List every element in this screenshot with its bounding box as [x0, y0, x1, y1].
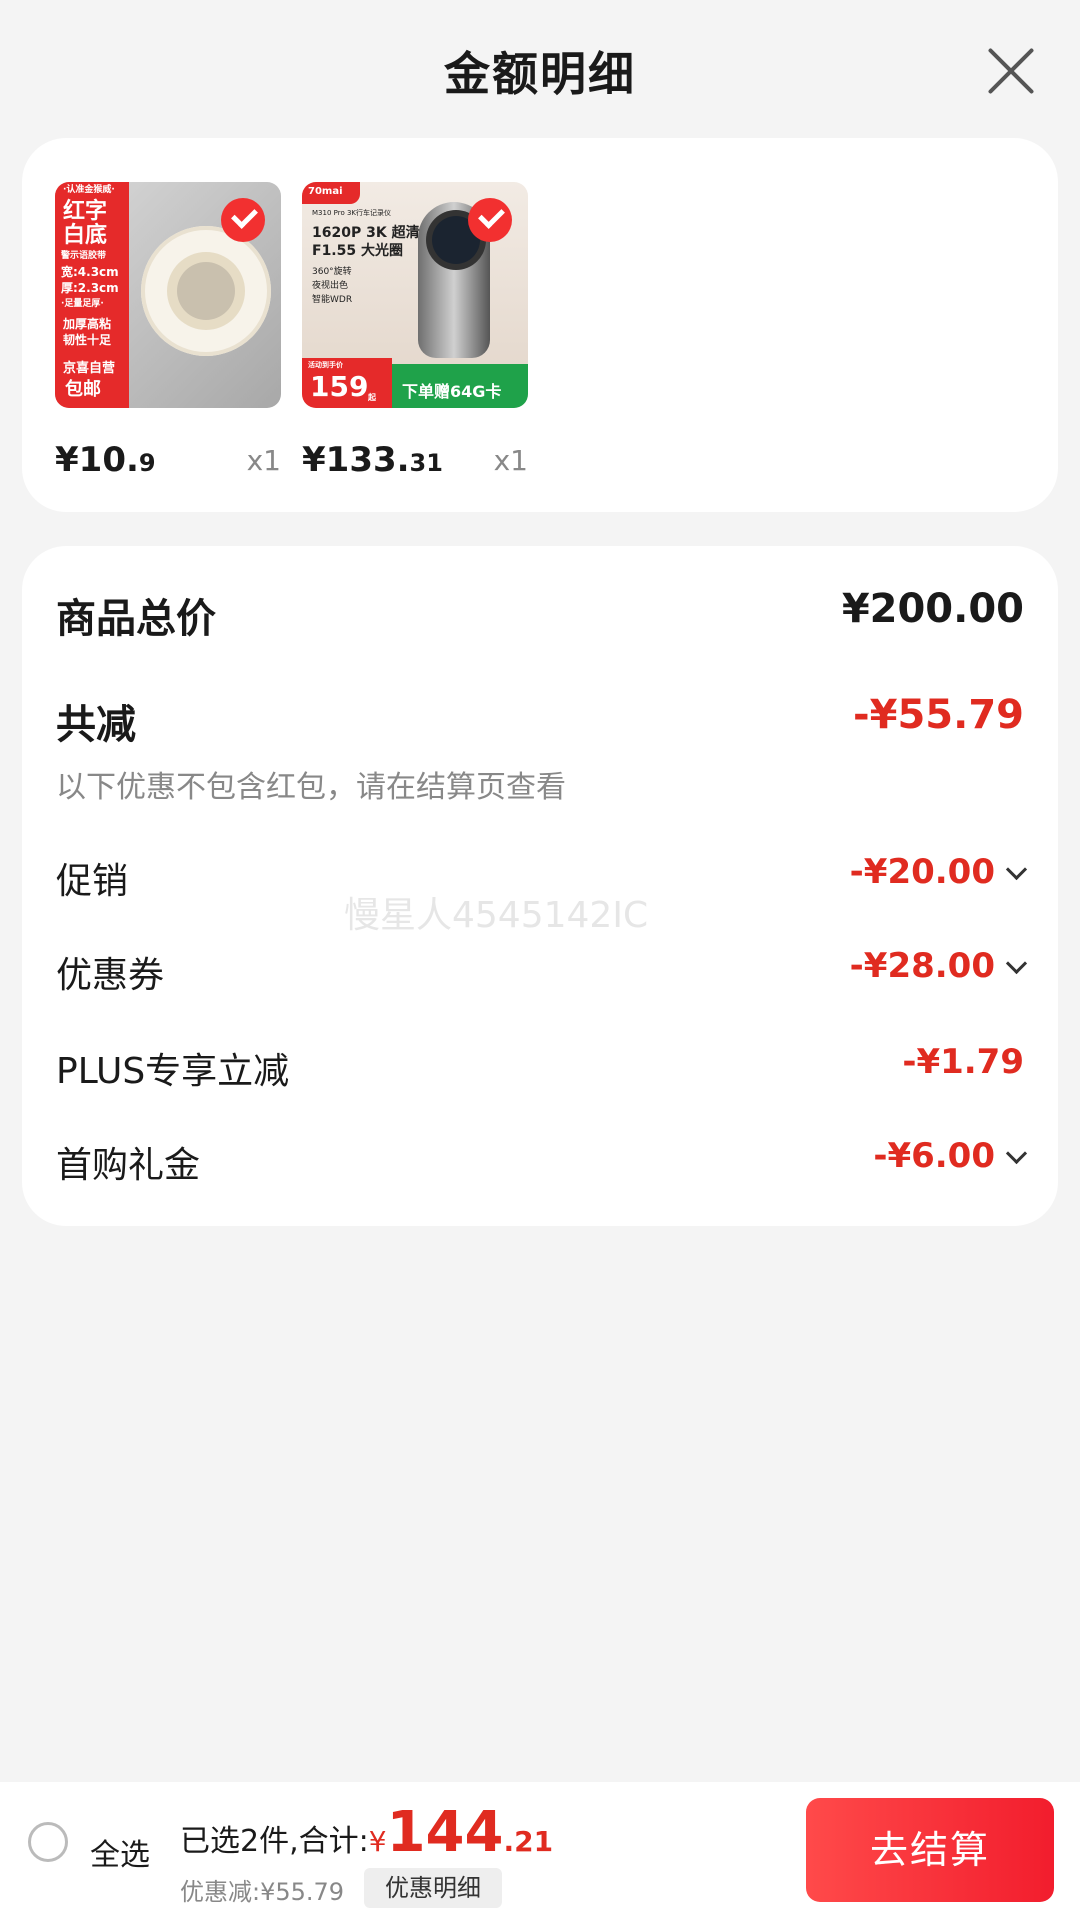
saved-amount: 优惠减:¥55.79: [180, 1878, 345, 1906]
total-amount: 144: [386, 1800, 504, 1865]
image-text: 韧性十足: [63, 333, 112, 347]
image-text: 警示语胶带: [61, 251, 107, 261]
image-text: 京喜自营: [63, 361, 116, 376]
image-text: 白底: [63, 223, 108, 248]
chevron-down-icon[interactable]: [1005, 952, 1028, 975]
product-list: ·认准金猴威· 红字 白底 警示语胶带 宽:4.3cm 厚:2.3cm ·足量足…: [22, 138, 1058, 512]
product-item[interactable]: 70mai M310 Pro 3K行车记录仪 1620P 3K 超清 F1.55…: [302, 182, 528, 480]
discount-detail-button[interactable]: 优惠明细: [364, 1868, 502, 1908]
reduce-value: -¥55.79: [853, 692, 1024, 738]
plus-value: -¥1.79: [902, 1042, 1024, 1082]
chevron-down-icon[interactable]: [1005, 858, 1028, 881]
discount-note: 以下优惠不包含红包，请在结算页查看: [56, 770, 566, 805]
image-text: 厚:2.3cm: [61, 281, 119, 295]
image-text: 1620P 3K 超清: [312, 225, 420, 241]
check-icon[interactable]: [221, 198, 265, 242]
select-all-radio[interactable]: [28, 1822, 68, 1862]
image-text: 活动到手价: [308, 361, 343, 369]
image-text: 加厚高粘: [63, 317, 112, 331]
product-image: ·认准金猴威· 红字 白底 警示语胶带 宽:4.3cm 厚:2.3cm ·足量足…: [55, 182, 281, 408]
close-icon[interactable]: [984, 44, 1038, 98]
image-text: 红字: [63, 199, 108, 224]
image-text: 下单赠64G卡: [402, 382, 502, 401]
image-text: 起: [368, 393, 376, 402]
coupon-value: -¥28.00: [850, 946, 1028, 986]
page-title: 金额明细: [444, 47, 636, 101]
image-text: F1.55 大光圈: [312, 243, 403, 259]
selected-text: 已选2件,合计:: [180, 1824, 369, 1859]
image-text: 360°旋转: [312, 267, 352, 277]
currency-symbol: ¥: [368, 1825, 387, 1858]
checkout-button[interactable]: 去结算: [806, 1798, 1054, 1902]
coupon-label: 优惠券: [56, 955, 165, 996]
product-price: ¥10.9: [55, 440, 156, 480]
first-buy-label: 首购礼金: [56, 1145, 201, 1186]
amount-detail-sheet: 金额明细 ·认准金猴威· 红字 白底 警示语胶带 宽:4.3cm 厚:2.3cm…: [0, 0, 1080, 1920]
checkout-bar: 全选 已选2件,合计:¥144.21 优惠减:¥55.79 优惠明细 去结算: [0, 1782, 1080, 1920]
image-text: M310 Pro 3K行车记录仪: [312, 209, 391, 217]
image-text: 包邮: [65, 379, 101, 400]
select-all-label[interactable]: 全选: [90, 1830, 150, 1874]
check-icon[interactable]: [468, 198, 512, 242]
product-price: ¥133.31: [302, 440, 443, 480]
plus-label: PLUS专享立减: [56, 1051, 290, 1092]
promo-label: 促销: [56, 861, 129, 902]
product-quantity: x1: [493, 444, 528, 477]
selected-summary: 已选2件,合计:¥144.21: [180, 1800, 553, 1865]
chevron-down-icon[interactable]: [1005, 1142, 1028, 1165]
reduce-label: 共减: [56, 702, 136, 748]
total-price-label: 商品总价: [56, 596, 216, 642]
image-text: 宽:4.3cm: [61, 265, 119, 279]
image-text: ·足量足厚·: [61, 299, 104, 309]
first-buy-value: -¥6.00: [873, 1136, 1028, 1176]
product-image: 70mai M310 Pro 3K行车记录仪 1620P 3K 超清 F1.55…: [302, 182, 528, 408]
image-text: ·认准金猴威·: [63, 185, 115, 195]
image-text: 70mai: [308, 186, 343, 197]
total-decimal: .21: [503, 1825, 554, 1858]
product-item[interactable]: ·认准金猴威· 红字 白底 警示语胶带 宽:4.3cm 厚:2.3cm ·足量足…: [55, 182, 281, 480]
promo-value: -¥20.00: [850, 852, 1028, 892]
image-text: 智能WDR: [312, 295, 353, 305]
total-price-value: ¥200.00: [841, 586, 1024, 632]
price-detail-card: 商品总价 ¥200.00 共减 -¥55.79 以下优惠不包含红包，请在结算页查…: [22, 546, 1058, 1226]
product-quantity: x1: [246, 444, 281, 477]
image-text: 159: [310, 370, 369, 403]
image-text: 夜视出色: [312, 281, 349, 291]
watermark-text: 慢星人4545142IC: [344, 895, 649, 936]
